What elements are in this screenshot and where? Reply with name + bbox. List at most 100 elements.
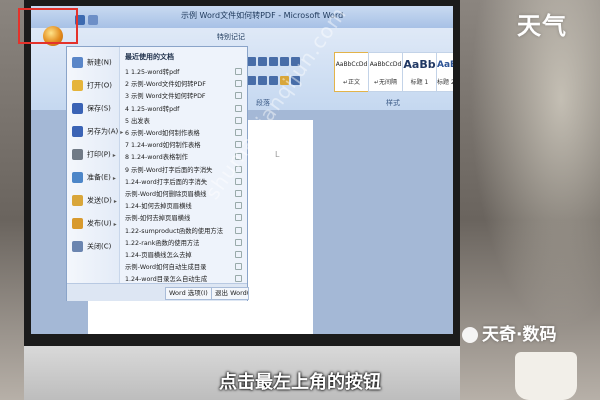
recent-document-item[interactable]: 5 出发表 — [125, 116, 244, 128]
recent-document-name: 1.24-页眉横线怎么去掉 — [125, 252, 192, 259]
office-menu-item-label: 保存(S) — [87, 104, 111, 113]
recent-documents-title: 最近使用的文档 — [125, 53, 174, 61]
style-heading-1[interactable]: AaBb 标题 1 — [402, 52, 437, 92]
brand-badge: 天奇·数码 — [462, 320, 556, 345]
print-icon — [72, 149, 83, 160]
ribbon-tab[interactable]: 特别记记 — [217, 32, 245, 42]
office-menu-item-8[interactable]: 发布(U) ▸ — [72, 218, 117, 234]
recent-document-name: 4 1.25-word转pdf — [125, 105, 180, 113]
pin-icon[interactable] — [235, 214, 242, 222]
office-menu-item-label: 发布(U) — [87, 219, 112, 228]
office-menu-item-2[interactable]: 打开(O) — [72, 80, 117, 96]
bullets-icon[interactable] — [247, 57, 256, 66]
recent-document-name: 7 1.24-word如何制作表格 — [125, 142, 201, 150]
recent-document-name: 1.24-如何去掉页眉横线 — [125, 203, 192, 211]
recent-document-item[interactable]: 1 1.25-word转pdf — [125, 67, 244, 79]
submenu-arrow-icon: ▸ — [120, 128, 124, 136]
office-menu-item-label: 发送(D) — [87, 196, 112, 205]
lamp-light — [470, 0, 600, 330]
numbering-icon[interactable] — [258, 57, 267, 66]
office-menu-item-label: 新建(N) — [87, 58, 112, 67]
publish-icon — [72, 218, 83, 229]
recent-document-name: 1.22-rank函数的使用方法 — [125, 239, 200, 247]
text-cursor-mark: L — [275, 150, 280, 159]
office-menu-item-7[interactable]: 发送(D) ▸ — [72, 195, 117, 211]
recent-document-name: 示例-Word如何自动生成目录 — [125, 264, 207, 272]
submenu-arrow-icon: ▸ — [112, 151, 116, 159]
recent-document-name: 8 1.24-word表格制作 — [125, 154, 188, 162]
title-bar: 示例 Word文件如何转PDF - Microsoft Word — [31, 6, 453, 28]
recent-document-name: 1.24-word打字后面的字消失 — [125, 178, 208, 186]
brand-text: 天奇·数码 — [482, 325, 557, 345]
send-icon — [72, 195, 83, 206]
office-menu-item-9[interactable]: 关闭(C) — [72, 241, 117, 257]
align-right-icon[interactable] — [258, 76, 267, 85]
recent-document-item[interactable]: 4 1.25-word转pdf — [125, 104, 244, 116]
recent-document-name: 示例-Word如何删除页眉横线 — [125, 191, 207, 198]
pin-icon[interactable] — [235, 275, 242, 283]
indent-icon[interactable] — [269, 57, 278, 66]
office-menu-item-label: 另存为(A) — [87, 127, 119, 136]
pin-icon[interactable] — [235, 80, 242, 88]
recent-document-item[interactable]: 1.24-页眉横线怎么去掉 — [125, 250, 244, 262]
office-menu-item-1[interactable]: 新建(N) — [72, 57, 117, 73]
recent-document-name: 1.22-sumproduct函数的使用方法 — [125, 227, 223, 235]
pin-icon[interactable] — [235, 202, 242, 210]
save-as-icon — [72, 126, 83, 137]
office-menu-item-label: 关闭(C) — [87, 242, 112, 251]
open-folder-icon — [72, 80, 83, 91]
office-menu-item-label: 打开(O) — [87, 81, 112, 90]
caption-subtitle: 点击最左上角的按钮 — [219, 372, 381, 393]
site-logo: 天气 — [517, 12, 567, 40]
office-menu-item-label: 打印(P) — [87, 150, 111, 159]
recent-document-item[interactable]: 1.22-sumproduct函数的使用方法 — [125, 226, 244, 238]
styles-group-label: 样式 — [386, 99, 400, 107]
office-menu-item-4[interactable]: 另存为(A) ▸ — [72, 126, 123, 142]
recent-document-item[interactable]: 6 示例-Word如何制作表格 — [125, 128, 244, 140]
recent-document-item[interactable]: 示例-如何去掉页眉横线 — [125, 213, 244, 225]
pin-icon[interactable] — [235, 251, 242, 258]
prepare-icon — [72, 172, 83, 183]
word-options-button[interactable]: Word 选项(I) — [165, 287, 212, 300]
save-icon — [72, 103, 83, 114]
style-heading-2[interactable]: AaBbC 标题 2 — [436, 52, 453, 92]
recent-document-item[interactable]: 3 示例 Word文件如何转PDF — [125, 91, 244, 103]
office-menu-item-3[interactable]: 保存(S) — [72, 103, 117, 119]
new-doc-icon — [72, 57, 83, 68]
pin-icon[interactable] — [235, 104, 242, 112]
pin-icon[interactable] — [235, 238, 242, 246]
recent-document-name: 2 示例-Word文件如何转PDF — [125, 81, 206, 89]
pin-icon[interactable] — [235, 68, 242, 75]
submenu-arrow-icon: ▸ — [113, 220, 117, 228]
recent-document-name: 3 示例 Word文件如何转PDF — [125, 93, 206, 101]
pin-icon[interactable] — [235, 116, 242, 124]
submenu-arrow-icon: ▸ — [112, 174, 116, 182]
close-doc-icon — [72, 241, 83, 252]
recent-document-item[interactable]: 1.24-如何去掉页眉横线 — [125, 201, 244, 213]
window-title: 示例 Word文件如何转PDF - Microsoft Word — [181, 11, 344, 20]
qat-undo-icon[interactable] — [88, 14, 98, 25]
align-center-icon[interactable] — [247, 76, 256, 85]
style-normal[interactable]: AaBbCcDd ↵正文 — [334, 52, 369, 92]
recent-document-item[interactable]: 1.22-rank函数的使用方法 — [125, 238, 244, 250]
exit-word-button[interactable]: 退出 Word(X) — [211, 287, 249, 300]
pin-icon[interactable] — [235, 190, 242, 197]
office-menu-item-6[interactable]: 准备(E) ▸ — [72, 172, 117, 188]
recent-document-item[interactable]: 2 示例-Word文件如何转PDF — [125, 79, 244, 91]
pin-icon[interactable] — [235, 226, 242, 234]
recent-document-name: 5 出发表 — [125, 117, 150, 125]
highlight-box — [18, 8, 78, 44]
recent-document-item[interactable]: 示例-Word如何自动生成目录 — [125, 262, 244, 274]
quick-access-toolbar — [75, 9, 119, 25]
office-menu-footer: Word 选项(I) 退出 Word(X) — [67, 283, 249, 301]
brand-icon — [462, 327, 478, 343]
recent-document-name: 9 示例-Word打字后面的字消失 — [125, 166, 213, 174]
recent-document-name: 6 示例-Word如何制作表格 — [125, 130, 200, 137]
recent-document-name: 1 1.25-word转pdf — [125, 69, 180, 76]
office-menu-item-5[interactable]: 打印(P) ▸ — [72, 149, 117, 165]
pin-icon[interactable] — [235, 263, 242, 271]
style-no-spacing[interactable]: AaBbCcDd ↵无间隔 — [368, 52, 403, 92]
pin-icon[interactable] — [235, 92, 242, 100]
submenu-arrow-icon: ▸ — [113, 197, 117, 205]
office-menu-item-label: 准备(E) — [87, 173, 111, 182]
